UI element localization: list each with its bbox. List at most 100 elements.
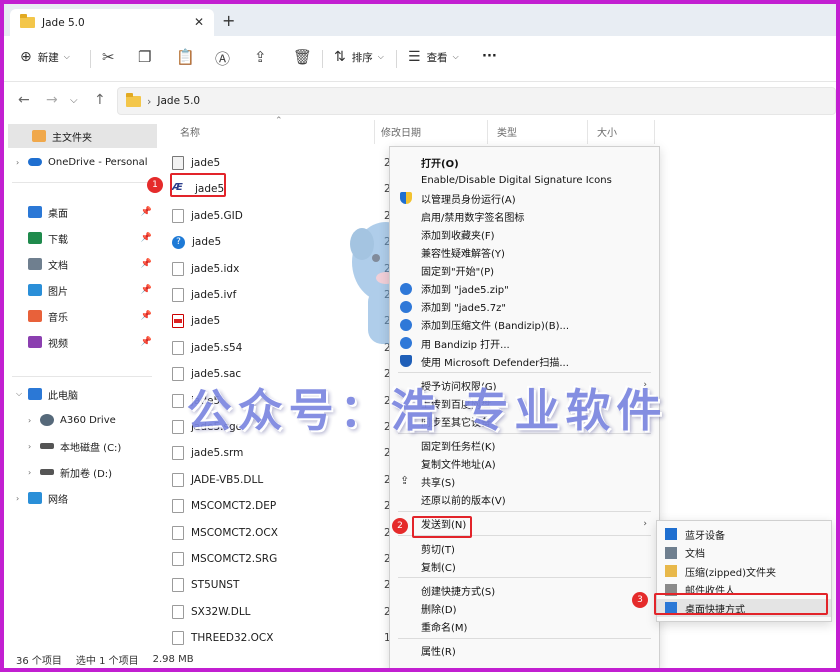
menu-item[interactable]: 兼容性疑难解答(Y) — [390, 244, 659, 262]
pin-icon[interactable]: 📌 — [141, 337, 152, 347]
sidebar-item-network[interactable]: › 网络 — [4, 486, 68, 510]
menu-item[interactable]: 复制(C) — [390, 557, 659, 575]
menu-item[interactable]: 用 Bandizip 打开... — [390, 334, 659, 352]
menu-item[interactable]: 添加到压缩文件 (Bandizip)(B)... — [390, 316, 659, 334]
sidebar-item-quick[interactable]: 音乐 📌 — [4, 304, 154, 328]
menu-item[interactable]: 添加到收藏夹(F) — [390, 225, 659, 243]
pin-icon[interactable]: 📌 — [141, 233, 152, 243]
sidebar-item-quick[interactable]: 视频 📌 — [4, 330, 154, 354]
sidebar-item-quick[interactable]: 图片 📌 — [4, 278, 154, 302]
address-bar[interactable]: › Jade 5.0 — [117, 87, 836, 115]
chevron-right-icon[interactable]: › — [28, 416, 40, 425]
table-row[interactable]: SX32W.DLL 2 — [172, 599, 402, 625]
new-tab-button[interactable]: + — [222, 11, 235, 30]
sidebar-item-label: 网络 — [48, 494, 68, 506]
chevron-right-icon[interactable]: › — [28, 468, 40, 477]
separator — [322, 50, 323, 68]
pin-icon[interactable]: 📌 — [141, 207, 152, 217]
folder-icon — [28, 284, 42, 296]
tab-bar: Jade 5.0 ✕ + — [4, 4, 836, 36]
pin-icon[interactable]: 📌 — [141, 285, 152, 295]
menu-item[interactable]: 使用 Microsoft Defender扫描... — [390, 352, 659, 370]
file-name: jade5.ivf — [191, 289, 237, 301]
column-modified[interactable]: 修改日期 — [381, 124, 421, 139]
delete-icon[interactable]: 🗑 — [293, 48, 312, 66]
sidebar-item-quick[interactable]: 桌面 📌 — [4, 200, 154, 224]
chevron-right-icon[interactable]: › — [16, 158, 28, 167]
rename-icon[interactable]: Ⓐ — [215, 48, 230, 69]
menu-divider — [398, 637, 651, 639]
forward-icon[interactable]: → — [46, 92, 58, 108]
menu-item[interactable]: 启用/禁用数字签名图标 — [390, 207, 659, 225]
cloud-icon — [28, 158, 42, 166]
breadcrumb[interactable]: Jade 5.0 — [157, 95, 200, 107]
menu-item[interactable]: ⇪ 共享(S) — [390, 473, 659, 491]
menu-item[interactable]: 创建快捷方式(S) — [390, 581, 659, 599]
chevron-down-icon[interactable]: ⌵ — [16, 389, 28, 399]
view-button[interactable]: ☰ 查看 ⌵ — [408, 49, 459, 65]
sidebar-item-home[interactable]: 主文件夹 — [8, 124, 157, 148]
menu-item[interactable]: 重命名(M) — [390, 617, 659, 635]
recent-chevron-icon[interactable]: ⌵ — [70, 95, 78, 106]
share-icon[interactable]: ⇪ — [254, 48, 267, 66]
menu-item[interactable]: 以管理员身份运行(A) — [390, 189, 659, 207]
sidebar-item-label: 本地磁盘 (C:) — [60, 442, 122, 454]
send-to-item[interactable]: 压缩(zipped)文件夹 — [657, 562, 831, 580]
more-button[interactable]: ··· — [482, 49, 497, 64]
new-button[interactable]: ⊕ 新建 ⌵ — [20, 49, 70, 65]
selected-count: 选中 1 个项目 — [75, 655, 139, 667]
shield-icon — [400, 192, 412, 205]
view-label: 查看 — [426, 51, 448, 64]
sidebar-item-quick[interactable]: 文档 📌 — [4, 252, 154, 276]
close-tab-icon[interactable]: ✕ — [194, 15, 204, 29]
table-row[interactable]: MSCOMCT2.DEP 2 — [172, 493, 402, 519]
file-icon — [172, 446, 184, 461]
table-row[interactable]: JADE-VB5.DLL 2 — [172, 467, 402, 493]
paste-icon[interactable]: 📋 — [176, 48, 195, 66]
table-row[interactable]: MSCOMCT2.OCX 2 — [172, 520, 402, 546]
menu-item[interactable]: 还原以前的版本(V) — [390, 491, 659, 509]
column-size[interactable]: 大小 — [597, 124, 617, 139]
menu-item[interactable]: 添加到 "jade5.zip" — [390, 280, 659, 298]
sidebar-item-this-pc[interactable]: ⌵ 此电脑 — [4, 382, 78, 406]
table-row[interactable]: ST5UNST 2 — [172, 572, 402, 598]
menu-item[interactable]: 添加到 "jade5.7z" — [390, 298, 659, 316]
copy-icon[interactable]: ❐ — [138, 48, 151, 66]
column-divider[interactable] — [487, 120, 488, 144]
sidebar-item-drive-d[interactable]: › 新加卷 (D:) — [16, 460, 112, 484]
column-divider[interactable] — [587, 120, 588, 144]
back-icon[interactable]: ← — [18, 92, 30, 108]
sidebar-item-drive-c[interactable]: › 本地磁盘 (C:) — [16, 434, 121, 458]
menu-item-label: Enable/Disable Digital Signature Icons — [421, 174, 612, 186]
column-divider[interactable] — [374, 120, 375, 144]
send-to-item[interactable]: 文档 — [657, 544, 831, 562]
send-to-item[interactable]: 蓝牙设备 — [657, 525, 831, 543]
menu-item[interactable]: Enable/Disable Digital Signature Icons — [390, 171, 659, 189]
menu-item[interactable]: 剪切(T) — [390, 539, 659, 557]
view-icon: ☰ — [408, 49, 421, 65]
sidebar-item-quick[interactable]: 下载 📌 — [4, 226, 154, 250]
up-icon[interactable]: ↑ — [94, 92, 106, 108]
menu-item[interactable]: 固定到任务栏(K) — [390, 437, 659, 455]
menu-item[interactable]: 属性(R) — [390, 642, 659, 660]
column-name[interactable]: 名称 — [180, 124, 200, 139]
column-divider[interactable] — [654, 120, 655, 144]
table-row[interactable]: MSCOMCT2.SRG 2 — [172, 546, 402, 572]
chevron-right-icon[interactable]: › — [28, 442, 40, 451]
sort-button[interactable]: ⇅ 排序 ⌵ — [334, 49, 384, 65]
menu-item[interactable]: 删除(D) — [390, 599, 659, 617]
chevron-right-icon[interactable]: › — [16, 494, 28, 503]
sidebar-item-onedrive[interactable]: › OneDrive - Personal — [4, 150, 148, 174]
table-row[interactable]: jade5.srm 2 — [172, 440, 402, 466]
menu-item[interactable]: 打开(O) — [390, 153, 659, 171]
tab-jade[interactable]: Jade 5.0 ✕ — [10, 9, 214, 36]
pin-icon[interactable]: 📌 — [141, 259, 152, 269]
sidebar-item-a360[interactable]: › A360 Drive — [16, 408, 116, 432]
column-type[interactable]: 类型 — [497, 124, 517, 139]
cut-icon[interactable]: ✂ — [102, 48, 115, 66]
menu-item[interactable]: 固定到"开始"(P) — [390, 262, 659, 280]
menu-item[interactable]: 复制文件地址(A) — [390, 455, 659, 473]
table-row[interactable]: THREED32.OCX 1 — [172, 625, 402, 651]
menu-item-label: 创建快捷方式(S) — [421, 586, 496, 598]
pin-icon[interactable]: 📌 — [141, 311, 152, 321]
